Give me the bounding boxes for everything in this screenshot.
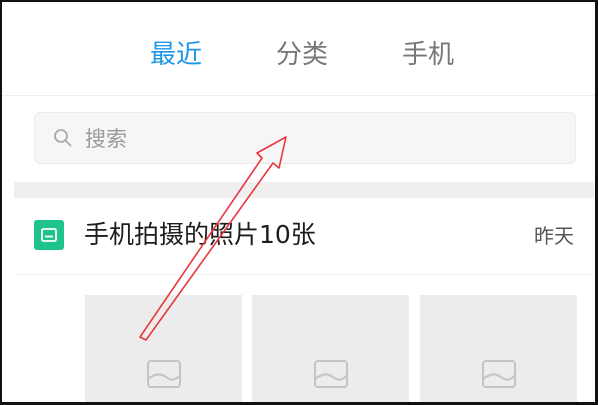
tab-bar: 最近 分类 手机 bbox=[2, 2, 595, 94]
photo-group-date: 昨天 bbox=[534, 224, 574, 248]
section-gap bbox=[14, 182, 594, 198]
image-placeholder-icon bbox=[147, 360, 181, 388]
image-placeholder-icon bbox=[482, 360, 516, 388]
app-frame: 最近 分类 手机 手机拍摄的照片10张 昨天 bbox=[0, 0, 598, 405]
search-input[interactable] bbox=[85, 121, 555, 157]
tab-recent[interactable]: 最近 bbox=[150, 38, 202, 72]
tab-category[interactable]: 分类 bbox=[276, 38, 328, 72]
photo-thumbnail[interactable] bbox=[85, 295, 242, 402]
photo-group-header[interactable]: 手机拍摄的照片10张 昨天 bbox=[14, 198, 594, 274]
group-divider bbox=[14, 274, 594, 275]
search-box[interactable] bbox=[34, 112, 576, 164]
photo-thumbnail[interactable] bbox=[252, 295, 409, 402]
tab-phone[interactable]: 手机 bbox=[402, 38, 454, 72]
image-placeholder-icon bbox=[314, 360, 348, 388]
photo-group-title: 手机拍摄的照片10张 bbox=[84, 220, 316, 249]
photo-thumbnail[interactable] bbox=[420, 295, 577, 402]
tab-bar-divider bbox=[2, 95, 595, 96]
search-icon bbox=[54, 129, 72, 147]
gallery-icon bbox=[34, 220, 64, 250]
